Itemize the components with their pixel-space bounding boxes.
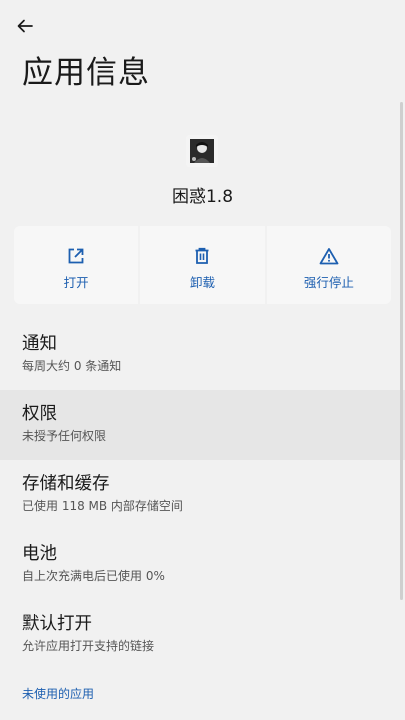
unused-apps-link[interactable]: 未使用的应用 xyxy=(22,685,94,702)
item-title: 权限 xyxy=(22,404,57,424)
app-name: 困惑1.8 xyxy=(171,187,234,207)
item-subtitle: 自上次充满电后已使用 0% xyxy=(22,569,165,583)
scrollbar[interactable] xyxy=(400,102,403,600)
arrow-left-icon xyxy=(17,19,33,33)
item-title: 电池 xyxy=(22,544,57,564)
item-subtitle: 每周大约 0 条通知 xyxy=(22,359,122,373)
settings-item-notifications[interactable]: 通知 每周大约 0 条通知 xyxy=(0,320,405,390)
open-external-icon xyxy=(65,245,87,267)
item-subtitle: 未授予任何权限 xyxy=(22,429,107,443)
trash-icon xyxy=(191,245,213,267)
app-info-screen: 应用信息 困惑1.8 打开 卸载 强行停止 通知 每周大约 0 条通知 权限 未… xyxy=(0,0,405,720)
settings-item-open-by-default[interactable]: 默认打开 允许应用打开支持的链接 xyxy=(0,600,405,670)
open-label: 打开 xyxy=(63,275,89,290)
settings-item-battery[interactable]: 电池 自上次充满电后已使用 0% xyxy=(0,530,405,600)
uninstall-button[interactable]: 卸载 xyxy=(140,226,265,304)
warning-icon xyxy=(318,245,340,267)
back-button[interactable] xyxy=(10,11,40,41)
item-title: 通知 xyxy=(22,334,57,354)
app-avatar-icon xyxy=(186,135,218,167)
item-subtitle: 允许应用打开支持的链接 xyxy=(22,639,155,653)
settings-item-storage[interactable]: 存储和缓存 已使用 118 MB 内部存储空间 xyxy=(0,460,405,530)
settings-item-permissions[interactable]: 权限 未授予任何权限 xyxy=(0,390,405,460)
uninstall-label: 卸载 xyxy=(189,275,215,290)
action-bar: 打开 卸载 强行停止 xyxy=(14,226,391,304)
page-title: 应用信息 xyxy=(22,55,150,91)
force-stop-label: 强行停止 xyxy=(303,275,354,290)
force-stop-button[interactable]: 强行停止 xyxy=(266,226,391,304)
item-title: 存储和缓存 xyxy=(22,474,110,494)
item-subtitle: 已使用 118 MB 内部存储空间 xyxy=(22,499,183,513)
open-button[interactable]: 打开 xyxy=(14,226,139,304)
item-title: 默认打开 xyxy=(22,614,92,634)
